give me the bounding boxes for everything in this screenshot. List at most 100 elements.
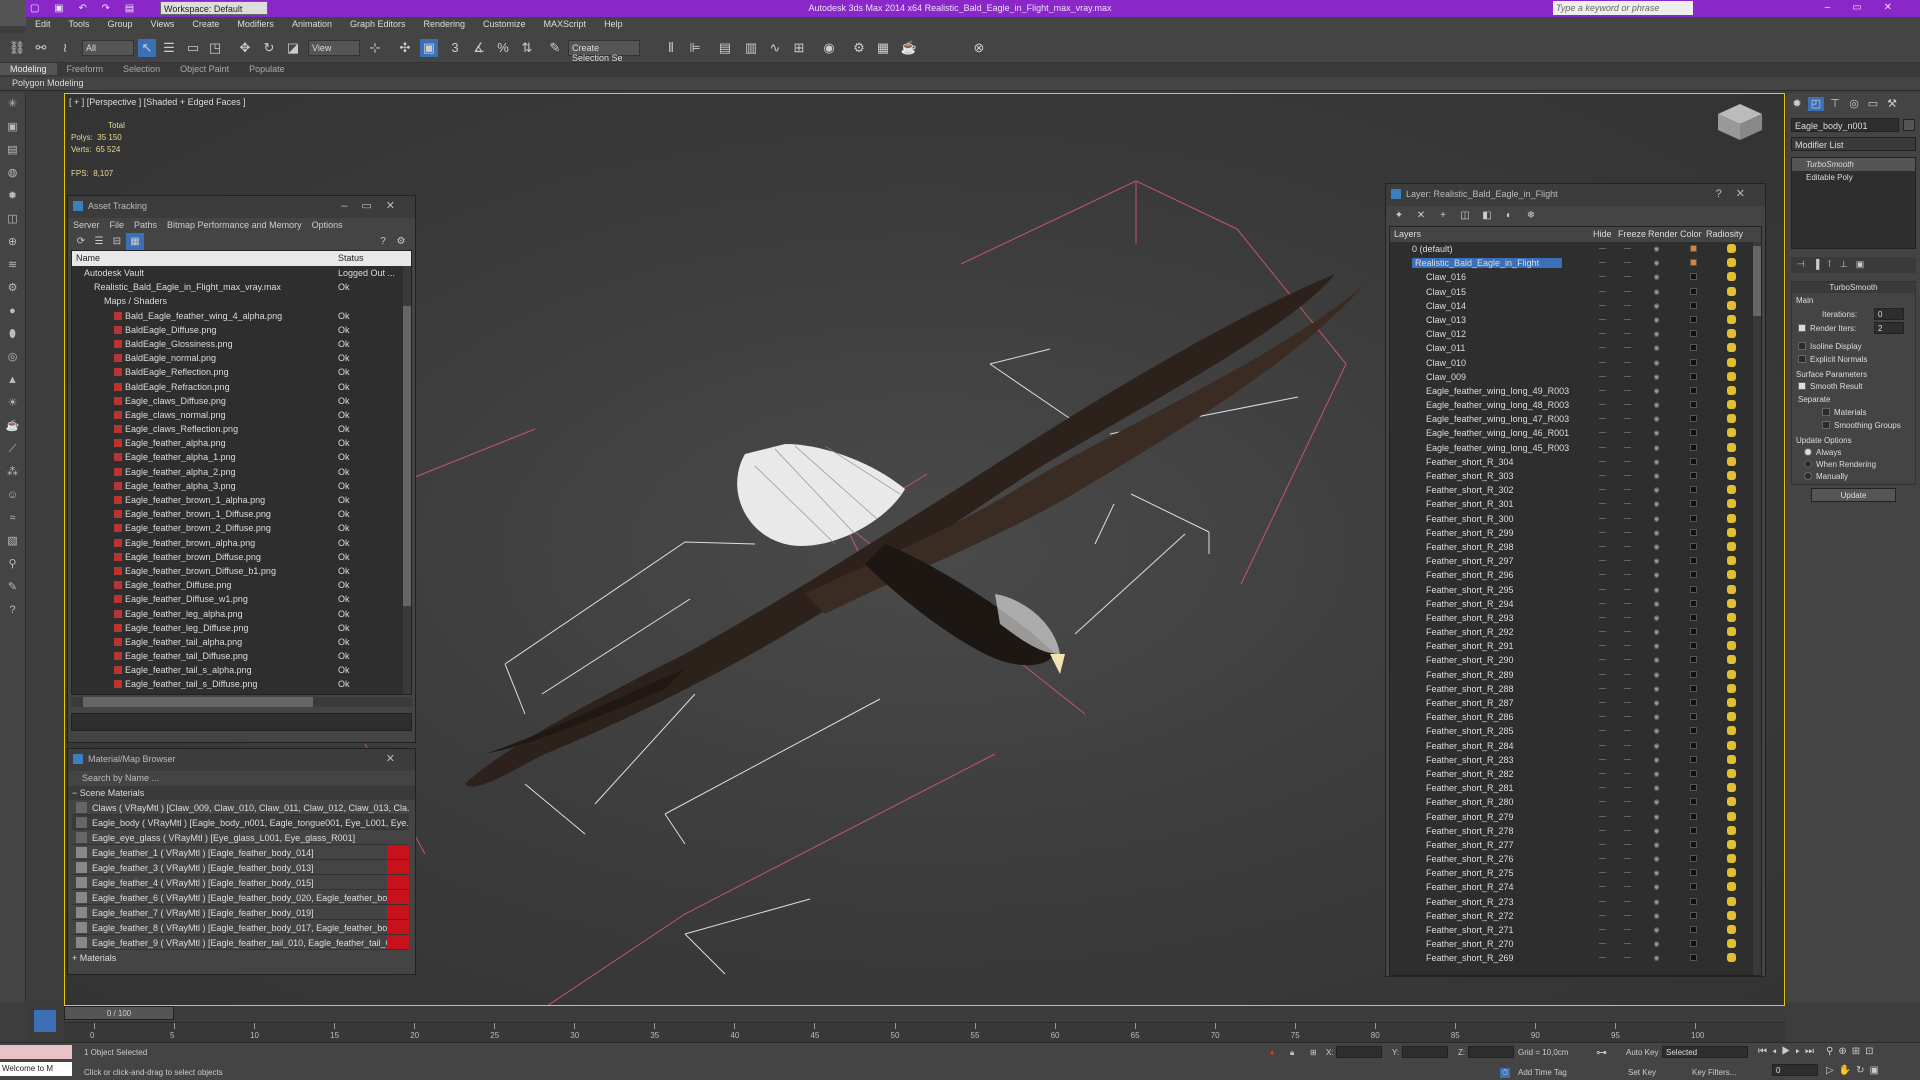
select-object-icon[interactable]: ↖ <box>138 39 156 57</box>
hide-toggle[interactable]: — <box>1598 529 1607 536</box>
freeze-toggle[interactable]: — <box>1623 543 1632 550</box>
layer-row[interactable]: Feather_short_R_272 — — ◉ <box>1390 909 1761 923</box>
radiosity-icon[interactable] <box>1727 556 1736 566</box>
freeze-toggle[interactable]: — <box>1623 685 1632 692</box>
layer-row[interactable]: Claw_011 — — ◉ <box>1390 341 1761 355</box>
utilities-tab-icon[interactable]: ⚒ <box>1884 97 1900 111</box>
vertical-scrollbar[interactable] <box>403 266 411 694</box>
asset-row[interactable]: BaldEagle_Reflection.png Ok <box>72 365 411 379</box>
material-row[interactable]: Eagle_body ( VRayMtl ) [Eagle_body_n001,… <box>72 815 409 830</box>
radiosity-icon[interactable] <box>1727 783 1736 793</box>
radiosity-icon[interactable] <box>1727 669 1736 679</box>
layer-row[interactable]: Feather_short_R_294 — — ◉ <box>1390 597 1761 611</box>
freeze-toggle[interactable]: — <box>1623 387 1632 394</box>
material-row[interactable]: Eagle_feather_9 ( VRayMtl ) [Eagle_feath… <box>72 935 409 950</box>
asset-row[interactable]: BaldEagle_normal.png Ok <box>72 351 411 365</box>
freeze-toggle[interactable]: — <box>1623 401 1632 408</box>
render-toggle[interactable]: ◉ <box>1652 671 1661 679</box>
asset-row[interactable]: Eagle_feather_Diffuse_w1.png Ok <box>72 592 411 606</box>
radiosity-icon[interactable] <box>1727 314 1736 324</box>
layer-color-swatch[interactable] <box>1690 670 1697 678</box>
freeze-toggle[interactable]: — <box>1623 727 1632 734</box>
radiosity-icon[interactable] <box>1727 584 1736 594</box>
render-toggle[interactable]: ◉ <box>1652 600 1661 608</box>
layer-color-swatch[interactable] <box>1690 315 1697 323</box>
materials-section[interactable]: + Materials <box>68 950 415 964</box>
tab-selection[interactable]: Selection <box>113 63 170 75</box>
radiosity-icon[interactable] <box>1727 683 1736 693</box>
layer-color-swatch[interactable] <box>1690 940 1697 948</box>
radiosity-icon[interactable] <box>1727 925 1736 934</box>
always-radio[interactable] <box>1804 448 1812 456</box>
render-toggle[interactable]: ◉ <box>1652 415 1661 423</box>
align-icon[interactable]: ⊫ <box>686 39 704 57</box>
radiosity-icon[interactable] <box>1727 414 1736 424</box>
viewcube-icon[interactable] <box>1710 96 1770 146</box>
asset-row[interactable]: Eagle_claws_Diffuse.png Ok <box>72 394 411 408</box>
select-objects-icon[interactable]: ◫ <box>1456 207 1474 225</box>
materials-checkbox[interactable] <box>1822 408 1830 416</box>
layer-row[interactable]: Feather_short_R_296 — — ◉ <box>1390 568 1761 582</box>
asset-row[interactable]: Eagle_feather_leg_Diffuse.png Ok <box>72 621 411 635</box>
rotate-icon[interactable]: ↻ <box>260 39 278 57</box>
select-manipulate-icon[interactable]: ✣ <box>396 39 414 57</box>
layer-color-swatch[interactable] <box>1690 727 1697 735</box>
snaps-toggle-icon[interactable]: 3 <box>446 39 464 57</box>
render-toggle[interactable]: ◉ <box>1652 444 1661 452</box>
layer-color-swatch[interactable] <box>1690 585 1697 593</box>
track-bar[interactable]: 0 5 10 15 20 25 30 35 40 45 50 55 60 65 70 75 80 85 90 95 10… <box>64 1022 1785 1042</box>
layer-row[interactable]: Claw_016 — — ◉ <box>1390 270 1761 284</box>
stack-item-turbosmooth[interactable]: TurboSmooth <box>1792 158 1915 171</box>
render-toggle[interactable]: ◉ <box>1652 429 1661 437</box>
layer-color-swatch[interactable] <box>1690 812 1697 820</box>
window-controls[interactable]: ?✕ <box>1716 187 1759 200</box>
radiosity-icon[interactable] <box>1727 612 1736 622</box>
layer-color-swatch[interactable] <box>1690 542 1697 550</box>
layer-color-swatch[interactable] <box>1690 628 1697 636</box>
tree-view-icon[interactable]: ⊟ <box>108 233 126 251</box>
radiosity-icon[interactable] <box>1727 754 1736 764</box>
layer-color-swatch[interactable] <box>1690 386 1697 394</box>
freeze-toggle[interactable]: — <box>1623 472 1632 479</box>
asset-row[interactable]: Eagle_feather_alpha_2.png Ok <box>72 465 411 479</box>
material-row[interactable]: Eagle_feather_6 ( VRayMtl ) [Eagle_feath… <box>72 890 409 905</box>
layer-color-swatch[interactable] <box>1690 514 1697 522</box>
layer-row[interactable]: Claw_012 — — ◉ <box>1390 327 1761 341</box>
render-toggle[interactable]: ◉ <box>1652 586 1661 594</box>
window-crossing-icon[interactable]: ◳ <box>206 39 224 57</box>
layer-color-swatch[interactable] <box>1690 798 1697 806</box>
freeze-toggle[interactable]: — <box>1623 954 1632 961</box>
rollout-title[interactable]: TurboSmooth <box>1792 282 1915 293</box>
hide-toggle[interactable]: — <box>1598 656 1607 663</box>
mini-listener-toggle[interactable] <box>26 1006 64 1042</box>
asset-row[interactable]: Eagle_feather_tail_s_Diffuse.png Ok <box>72 677 411 691</box>
update-button[interactable]: Update <box>1811 488 1896 502</box>
layer-color-swatch[interactable] <box>1690 954 1697 962</box>
asset-table[interactable]: Name Status Autodesk Vault Logged Out ...… <box>71 250 412 695</box>
layer-color-swatch[interactable] <box>1690 358 1697 366</box>
layer-explorer-window[interactable]: Layer: Realistic_Bald_Eagle_in_Flight ?✕ … <box>1385 183 1766 977</box>
hide-toggle[interactable]: — <box>1598 713 1607 720</box>
help-icon[interactable]: ? <box>374 233 392 251</box>
render-toggle[interactable]: ◉ <box>1652 713 1661 721</box>
layer-color-swatch[interactable] <box>1690 883 1697 891</box>
sun-icon[interactable]: ☀ <box>0 392 25 415</box>
edit-named-selection-icon[interactable]: ✎ <box>546 39 564 57</box>
asset-row[interactable]: Eagle_feather_brown_Diffuse.png Ok <box>72 550 411 564</box>
layer-row[interactable]: Feather_short_R_286 — — ◉ <box>1390 710 1761 724</box>
menu-help[interactable]: Help <box>595 17 632 29</box>
layer-row[interactable]: Feather_short_R_291 — — ◉ <box>1390 639 1761 653</box>
hide-toggle[interactable]: — <box>1598 784 1607 791</box>
settings-icon[interactable]: ⚙ <box>392 233 410 251</box>
render-toggle[interactable]: ◉ <box>1652 273 1661 281</box>
freeze-toggle[interactable]: — <box>1623 798 1632 805</box>
layer-color-swatch[interactable] <box>1690 784 1697 792</box>
material-row[interactable]: Eagle_feather_1 ( VRayMtl ) [Eagle_feath… <box>72 845 409 860</box>
search-input[interactable]: Type a keyword or phrase <box>1553 1 1693 15</box>
render-toggle[interactable]: ◉ <box>1652 727 1661 735</box>
freeze-toggle[interactable]: — <box>1623 912 1632 919</box>
render-toggle[interactable]: ◉ <box>1652 458 1661 466</box>
layer-color-swatch[interactable] <box>1690 869 1697 877</box>
col-radiosity[interactable]: Radiosity <box>1706 229 1743 239</box>
freeze-toggle[interactable]: — <box>1623 756 1632 763</box>
